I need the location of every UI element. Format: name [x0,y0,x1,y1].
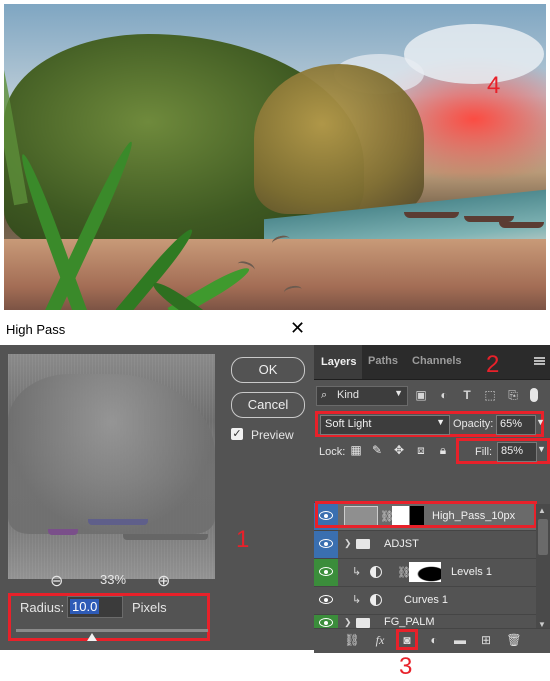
visibility-toggle[interactable] [314,615,338,629]
lock-all-icon[interactable]: 🔒︎ [436,443,450,457]
beach-image [4,4,546,310]
filter-toggle-icon[interactable] [530,388,538,402]
visibility-toggle[interactable] [314,531,338,558]
type-filter-icon[interactable]: T [460,388,474,402]
layer-row-fg-palm[interactable]: ❯ FG_PALM [314,614,536,629]
chevron-down-icon: ▼ [394,388,403,398]
annotation-number: 4 [487,72,501,99]
lock-transparent-icon[interactable]: ▦ [349,443,363,457]
eye-icon [319,539,333,548]
panel-tabs: Layers Paths Channels 2 [314,345,550,380]
layer-mask-icon[interactable]: ◙ [399,632,415,648]
lock-brush-icon[interactable]: ✎ [370,443,384,457]
tab-paths[interactable]: Paths [368,355,398,367]
adjustment-filter-icon[interactable]: ◐ [437,388,451,402]
layer-row-curves[interactable]: ↳ Curves 1 [314,586,536,614]
lock-artboard-icon[interactable]: ⧈ [414,443,428,457]
layers-panel-body: ⌕ Kind ▼ ▣ ◐ T ⬚ ⎘ Soft Light ▼ Opacity:… [314,380,550,680]
annotation-number: 3 [399,653,413,680]
clipping-arrow-icon: ↳ [352,594,362,606]
clipping-arrow-icon: ↳ [352,566,362,578]
trash-icon[interactable]: 🗑︎ [506,632,522,648]
opacity-label: Opacity: [453,418,494,430]
opacity-value[interactable]: 65% [500,418,522,430]
link-icon[interactable]: ⛓ [344,632,360,648]
dialog-titlebar: High Pass ✕ [0,315,314,345]
radius-unit: Pixels [132,600,167,615]
lock-position-icon[interactable]: ✥ [392,443,406,457]
layer-name: ADJST [384,538,419,550]
tab-layers[interactable]: Layers [314,345,362,379]
radius-value[interactable]: 10.0 [70,599,100,614]
chevron-down-icon: ▼ [436,417,445,427]
search-icon: ⌕ [321,389,328,401]
boat [404,212,459,218]
annotation-number: 1 [236,526,250,553]
tab-label: Layers [321,356,357,368]
scroll-up-icon[interactable]: ▲ [538,506,546,515]
preview-hill [8,374,215,534]
layer-name: Curves 1 [404,594,449,606]
high-pass-dialog: High Pass ✕ ⊖ 33% ⊕ OK Cancel ✓ Preview … [0,315,314,650]
fill-label: Fill: [475,446,493,458]
filter-kind-select[interactable]: ⌕ Kind ▼ [316,386,408,406]
scroll-thumb[interactable] [538,519,548,555]
lock-label: Lock: [319,446,346,458]
layer-name: FG_PALM [384,616,435,628]
eye-icon [319,595,333,604]
annotation-number: 2 [486,351,500,378]
cloud [404,24,544,84]
cancel-button[interactable]: Cancel [231,392,305,418]
annotation-highlight-layer [315,501,537,528]
visibility-toggle[interactable] [314,559,338,586]
layer-name: Levels 1 [451,566,492,578]
tab-channels[interactable]: Channels [412,355,462,367]
layers-panel: Layers Paths Channels 2 ⌕ Kind ▼ ▣ ◐ T ⬚… [314,345,550,680]
eye-icon [319,618,333,627]
radius-label: Radius: [20,600,65,615]
preview-boat [48,529,78,535]
ok-button[interactable]: OK [231,357,305,383]
adjustment-layer-icon[interactable]: ◐ [426,632,442,648]
smart-object-filter-icon[interactable]: ⎘ [506,388,520,402]
radius-slider-track[interactable] [16,629,208,632]
blend-mode-select[interactable]: Soft Light ▼ [320,415,450,435]
folder-icon [356,539,370,549]
radius-slider-thumb[interactable] [87,633,97,641]
blend-mode-value: Soft Light [325,418,372,430]
preview-boat [88,519,148,525]
preview-checkbox[interactable]: ✓ [231,428,243,440]
chevron-down-icon[interactable]: ▼ [537,444,546,454]
dialog-title: High Pass [6,322,66,337]
layer-row-levels[interactable]: ↳ ⛓ Levels 1 [314,558,536,586]
new-layer-icon[interactable]: ⊞ [478,632,494,648]
layer-mask-thumbnail[interactable] [409,562,441,582]
adjustment-icon [370,566,382,578]
group-folder-icon[interactable]: ▬ [452,632,468,648]
pixel-filter-icon[interactable]: ▣ [414,388,428,402]
adjustment-icon [370,594,382,606]
zoom-out-icon[interactable]: ⊖ [50,571,63,591]
filter-kind-label: Kind [337,389,360,401]
preview-label: Preview [251,428,294,442]
layer-row-adjst[interactable]: ❯ ADJST [314,530,536,558]
fill-value[interactable]: 85% [501,445,523,457]
chevron-down-icon[interactable]: ▼ [536,417,545,427]
sunlit-hill [254,64,424,214]
preview-boat [123,534,208,540]
close-icon[interactable]: ✕ [290,318,305,339]
zoom-in-icon[interactable]: ⊕ [157,571,170,591]
filter-preview[interactable] [8,354,215,579]
chevron-right-icon[interactable]: ❯ [344,538,352,549]
zoom-level: 33% [100,572,127,587]
folder-icon [356,618,370,628]
shape-filter-icon[interactable]: ⬚ [483,388,497,402]
panel-menu-icon[interactable] [534,357,545,365]
eye-icon [319,567,333,576]
boat [499,222,544,228]
beach-photo: 4 [0,0,550,315]
fx-icon[interactable]: fx [372,632,388,648]
chevron-right-icon[interactable]: ❯ [344,617,352,628]
visibility-toggle[interactable] [314,587,338,614]
